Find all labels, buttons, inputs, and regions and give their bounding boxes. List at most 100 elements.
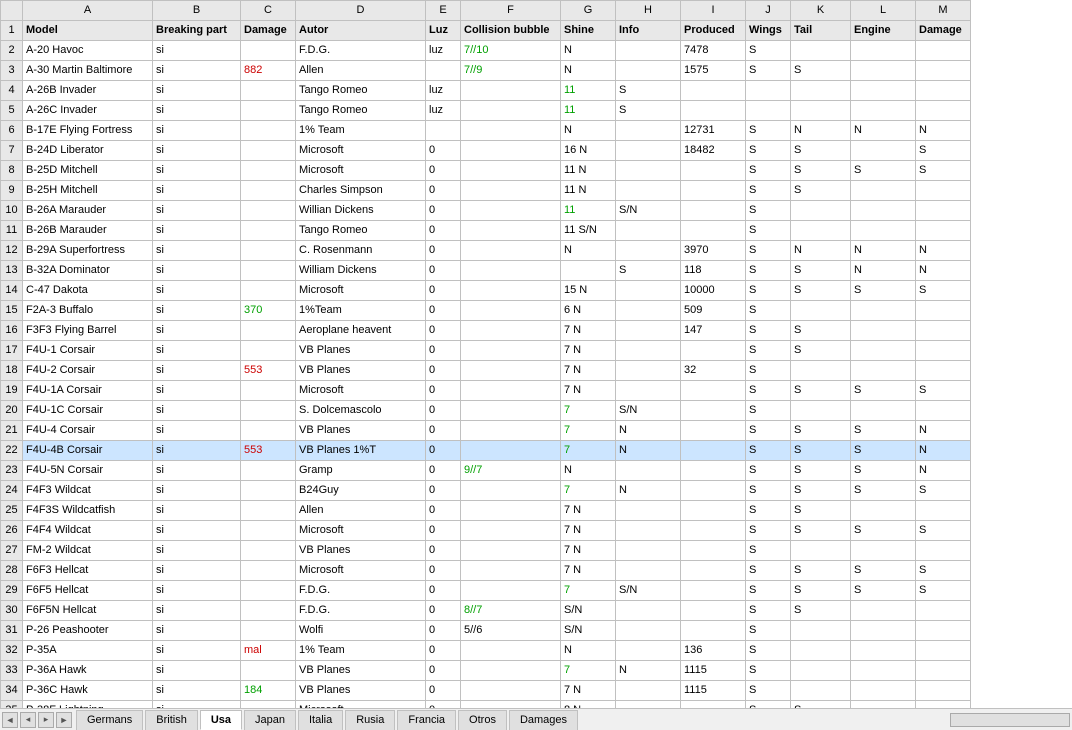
cell-d[interactable]: VB Planes 1%T (296, 441, 426, 461)
cell-a[interactable]: B-25H Mitchell (23, 181, 153, 201)
cell-l[interactable]: S (851, 281, 916, 301)
cell-g[interactable]: 7 (561, 581, 616, 601)
cell-m[interactable] (916, 681, 971, 701)
table-row[interactable]: 33P-36A HawksiVB Planes07N1115S (1, 661, 971, 681)
cell-j[interactable]: S (746, 61, 791, 81)
cell-b[interactable]: si (153, 121, 241, 141)
cell-i[interactable]: 136 (681, 641, 746, 661)
cell-d[interactable]: F.D.G. (296, 41, 426, 61)
cell-j[interactable]: S (746, 141, 791, 161)
sheet-tab-british[interactable]: British (145, 710, 198, 730)
cell-k[interactable]: S (791, 261, 851, 281)
cell-m[interactable] (916, 621, 971, 641)
cell-g[interactable]: 11 (561, 101, 616, 121)
cell-a[interactable]: F4F4 Wildcat (23, 521, 153, 541)
cell-c[interactable] (241, 581, 296, 601)
cell-f[interactable] (461, 241, 561, 261)
cell-e[interactable]: 0 (426, 621, 461, 641)
cell-f[interactable] (461, 581, 561, 601)
table-row[interactable]: 29F6F5 HellcatsiF.D.G.07S/NSSSS (1, 581, 971, 601)
cell-e[interactable]: 0 (426, 581, 461, 601)
cell-m[interactable] (916, 61, 971, 81)
cell-g[interactable]: N (561, 61, 616, 81)
cell-f[interactable] (461, 281, 561, 301)
cell-b[interactable]: si (153, 221, 241, 241)
cell-m[interactable] (916, 401, 971, 421)
cell-i[interactable] (681, 401, 746, 421)
cell-e[interactable]: 0 (426, 561, 461, 581)
cell-m[interactable] (916, 661, 971, 681)
cell-e[interactable]: 0 (426, 201, 461, 221)
cell-l[interactable]: S (851, 381, 916, 401)
cell-h[interactable] (616, 141, 681, 161)
cell-c[interactable]: mal (241, 641, 296, 661)
sheet-tab-otros[interactable]: Otros (458, 710, 507, 730)
cell-e[interactable] (426, 61, 461, 81)
cell-g[interactable]: N (561, 461, 616, 481)
table-row[interactable]: 13B-32A DominatorsiWilliam Dickens0S118S… (1, 261, 971, 281)
cell-l[interactable] (851, 61, 916, 81)
table-row[interactable]: 4A-26B InvadersiTango Romeoluz11S (1, 81, 971, 101)
table-row[interactable]: 9B-25H MitchellsiCharles Simpson011 NSS (1, 181, 971, 201)
cell-j[interactable]: S (746, 581, 791, 601)
cell-m[interactable] (916, 221, 971, 241)
cell-b[interactable]: si (153, 421, 241, 441)
cell-m[interactable] (916, 321, 971, 341)
cell-g[interactable]: 8 N (561, 701, 616, 709)
cell-i[interactable]: 147 (681, 321, 746, 341)
table-row[interactable]: 14C-47 DakotasiMicrosoft015 N10000SSSS (1, 281, 971, 301)
cell-l[interactable] (851, 501, 916, 521)
cell-e[interactable]: 0 (426, 501, 461, 521)
cell-h[interactable] (616, 361, 681, 381)
cell-f[interactable] (461, 441, 561, 461)
cell-d[interactable]: VB Planes (296, 341, 426, 361)
cell-g[interactable]: N (561, 121, 616, 141)
col-header-l[interactable]: L (851, 1, 916, 21)
cell-f[interactable] (461, 481, 561, 501)
cell-l[interactable]: S (851, 521, 916, 541)
cell-i[interactable] (681, 461, 746, 481)
cell-j[interactable]: S (746, 481, 791, 501)
cell-h[interactable] (616, 221, 681, 241)
cell-c[interactable] (241, 141, 296, 161)
cell-j[interactable]: S (746, 441, 791, 461)
cell-b[interactable]: si (153, 561, 241, 581)
cell-l[interactable]: S (851, 461, 916, 481)
cell-e[interactable] (426, 121, 461, 141)
cell-b[interactable]: si (153, 321, 241, 341)
cell-h[interactable] (616, 181, 681, 201)
cell-e[interactable]: 0 (426, 361, 461, 381)
cell-a[interactable]: F4U-4 Corsair (23, 421, 153, 441)
cell-k[interactable] (791, 661, 851, 681)
sheet-tab-damages[interactable]: Damages (509, 710, 578, 730)
cell-a[interactable]: F6F5 Hellcat (23, 581, 153, 601)
cell-c[interactable] (241, 121, 296, 141)
cell-k[interactable] (791, 221, 851, 241)
cell-c[interactable] (241, 561, 296, 581)
cell-l[interactable] (851, 341, 916, 361)
cell-e[interactable]: 0 (426, 321, 461, 341)
cell-j[interactable]: S (746, 301, 791, 321)
cell-c[interactable] (241, 41, 296, 61)
cell-d[interactable]: Gramp (296, 461, 426, 481)
cell-d[interactable]: Microsoft (296, 521, 426, 541)
cell-a[interactable]: F4U-1A Corsair (23, 381, 153, 401)
table-row[interactable]: 20F4U-1C CorsairsiS. Dolcemascolo07S/NS (1, 401, 971, 421)
cell-d[interactable]: 1% Team (296, 121, 426, 141)
cell-c[interactable]: 553 (241, 441, 296, 461)
cell-g[interactable] (561, 261, 616, 281)
cell-i[interactable]: 10000 (681, 281, 746, 301)
cell-j[interactable]: S (746, 701, 791, 709)
cell-d[interactable]: Microsoft (296, 381, 426, 401)
cell-c[interactable] (241, 181, 296, 201)
cell-h[interactable] (616, 541, 681, 561)
cell-e[interactable]: 0 (426, 661, 461, 681)
cell-d[interactable]: Aeroplane heavent (296, 321, 426, 341)
cell-i[interactable] (681, 481, 746, 501)
cell-j[interactable]: S (746, 621, 791, 641)
cell-f[interactable] (461, 541, 561, 561)
cell-m[interactable]: S (916, 141, 971, 161)
cell-c[interactable]: 553 (241, 361, 296, 381)
sheet-tab-germans[interactable]: Germans (76, 710, 143, 730)
cell-a[interactable]: A-30 Martin Baltimore (23, 61, 153, 81)
